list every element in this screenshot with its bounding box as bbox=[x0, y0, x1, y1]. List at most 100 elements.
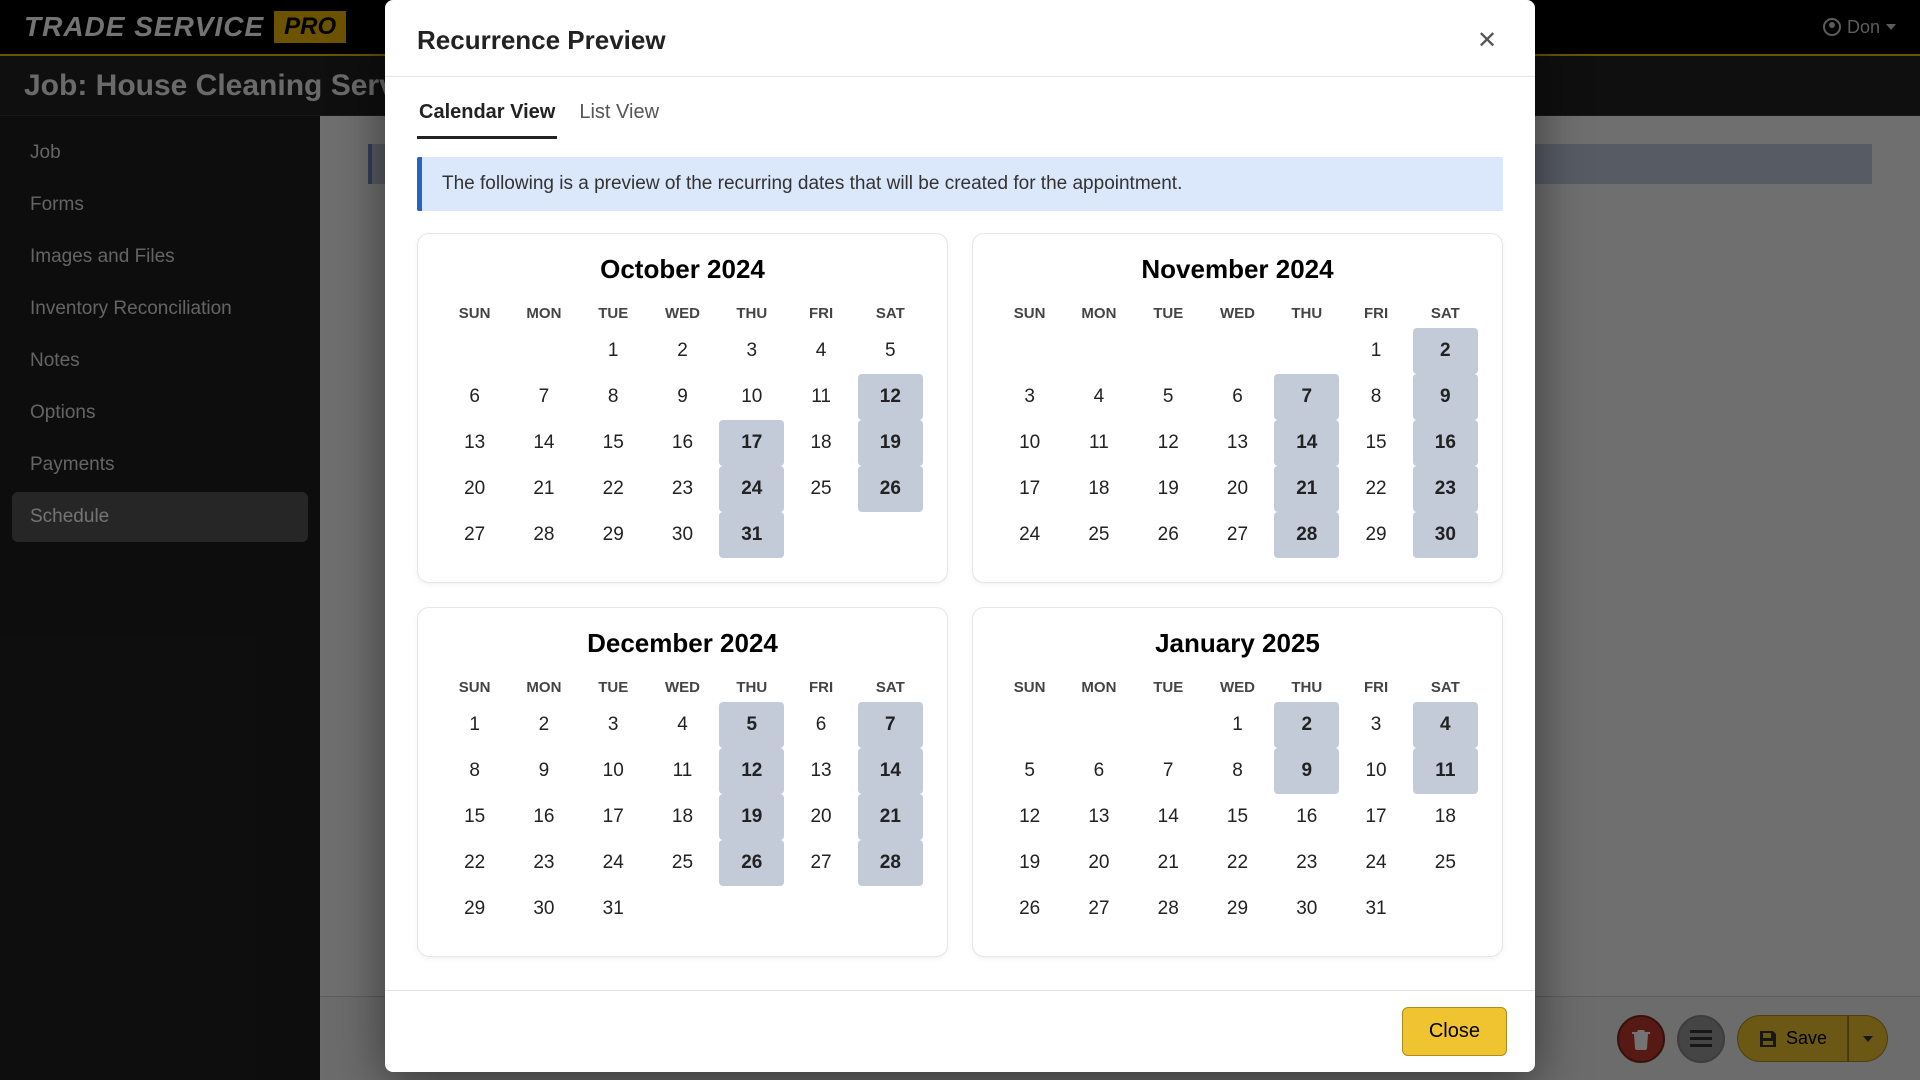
day-cell[interactable]: 14 bbox=[511, 420, 576, 466]
day-cell[interactable]: 12 bbox=[1136, 420, 1201, 466]
day-cell[interactable]: 26 bbox=[719, 840, 784, 886]
day-cell[interactable]: 27 bbox=[442, 512, 507, 558]
day-cell[interactable]: 10 bbox=[997, 420, 1062, 466]
day-cell[interactable]: 4 bbox=[1413, 702, 1478, 748]
day-cell[interactable]: 30 bbox=[511, 886, 576, 932]
day-cell[interactable]: 29 bbox=[1205, 886, 1270, 932]
day-cell[interactable]: 23 bbox=[511, 840, 576, 886]
day-cell[interactable]: 13 bbox=[442, 420, 507, 466]
day-cell[interactable]: 23 bbox=[1274, 840, 1339, 886]
day-cell[interactable]: 2 bbox=[1413, 328, 1478, 374]
day-cell[interactable]: 4 bbox=[650, 702, 715, 748]
day-cell[interactable]: 6 bbox=[1205, 374, 1270, 420]
day-cell[interactable]: 26 bbox=[997, 886, 1062, 932]
day-cell[interactable]: 23 bbox=[1413, 466, 1478, 512]
day-cell[interactable]: 1 bbox=[581, 328, 646, 374]
day-cell[interactable]: 8 bbox=[442, 748, 507, 794]
day-cell[interactable]: 26 bbox=[1136, 512, 1201, 558]
day-cell[interactable]: 12 bbox=[997, 794, 1062, 840]
day-cell[interactable]: 15 bbox=[1343, 420, 1408, 466]
day-cell[interactable]: 14 bbox=[1136, 794, 1201, 840]
day-cell[interactable]: 6 bbox=[788, 702, 853, 748]
day-cell[interactable]: 13 bbox=[1205, 420, 1270, 466]
day-cell[interactable]: 17 bbox=[997, 466, 1062, 512]
day-cell[interactable]: 18 bbox=[1066, 466, 1131, 512]
day-cell[interactable]: 7 bbox=[1274, 374, 1339, 420]
day-cell[interactable]: 19 bbox=[1136, 466, 1201, 512]
day-cell[interactable]: 17 bbox=[1343, 794, 1408, 840]
day-cell[interactable]: 5 bbox=[858, 328, 923, 374]
day-cell[interactable]: 6 bbox=[1066, 748, 1131, 794]
day-cell[interactable]: 3 bbox=[719, 328, 784, 374]
day-cell[interactable]: 11 bbox=[1066, 420, 1131, 466]
day-cell[interactable]: 14 bbox=[858, 748, 923, 794]
day-cell[interactable]: 10 bbox=[719, 374, 784, 420]
day-cell[interactable]: 29 bbox=[442, 886, 507, 932]
day-cell[interactable]: 22 bbox=[1205, 840, 1270, 886]
day-cell[interactable]: 7 bbox=[858, 702, 923, 748]
day-cell[interactable]: 1 bbox=[442, 702, 507, 748]
day-cell[interactable]: 5 bbox=[1136, 374, 1201, 420]
day-cell[interactable]: 15 bbox=[442, 794, 507, 840]
day-cell[interactable]: 19 bbox=[997, 840, 1062, 886]
day-cell[interactable]: 15 bbox=[1205, 794, 1270, 840]
day-cell[interactable]: 25 bbox=[1413, 840, 1478, 886]
day-cell[interactable]: 9 bbox=[650, 374, 715, 420]
day-cell[interactable]: 30 bbox=[1274, 886, 1339, 932]
day-cell[interactable]: 17 bbox=[719, 420, 784, 466]
day-cell[interactable]: 24 bbox=[719, 466, 784, 512]
day-cell[interactable]: 7 bbox=[1136, 748, 1201, 794]
day-cell[interactable]: 5 bbox=[997, 748, 1062, 794]
day-cell[interactable]: 2 bbox=[650, 328, 715, 374]
day-cell[interactable]: 16 bbox=[511, 794, 576, 840]
day-cell[interactable]: 23 bbox=[650, 466, 715, 512]
day-cell[interactable]: 20 bbox=[1205, 466, 1270, 512]
day-cell[interactable]: 13 bbox=[788, 748, 853, 794]
day-cell[interactable]: 9 bbox=[1413, 374, 1478, 420]
day-cell[interactable]: 8 bbox=[581, 374, 646, 420]
day-cell[interactable]: 28 bbox=[1274, 512, 1339, 558]
day-cell[interactable]: 14 bbox=[1274, 420, 1339, 466]
day-cell[interactable]: 17 bbox=[581, 794, 646, 840]
day-cell[interactable]: 12 bbox=[858, 374, 923, 420]
day-cell[interactable]: 20 bbox=[1066, 840, 1131, 886]
day-cell[interactable]: 2 bbox=[1274, 702, 1339, 748]
day-cell[interactable]: 31 bbox=[719, 512, 784, 558]
tab-list-view[interactable]: List View bbox=[577, 95, 661, 139]
day-cell[interactable]: 22 bbox=[1343, 466, 1408, 512]
day-cell[interactable]: 13 bbox=[1066, 794, 1131, 840]
day-cell[interactable]: 24 bbox=[997, 512, 1062, 558]
day-cell[interactable]: 24 bbox=[1343, 840, 1408, 886]
day-cell[interactable]: 6 bbox=[442, 374, 507, 420]
day-cell[interactable]: 21 bbox=[858, 794, 923, 840]
day-cell[interactable]: 15 bbox=[581, 420, 646, 466]
day-cell[interactable]: 5 bbox=[719, 702, 784, 748]
day-cell[interactable]: 3 bbox=[1343, 702, 1408, 748]
day-cell[interactable]: 30 bbox=[650, 512, 715, 558]
day-cell[interactable]: 19 bbox=[858, 420, 923, 466]
day-cell[interactable]: 9 bbox=[1274, 748, 1339, 794]
modal-body[interactable]: Calendar View List View The following is… bbox=[385, 76, 1535, 990]
day-cell[interactable]: 22 bbox=[442, 840, 507, 886]
day-cell[interactable]: 3 bbox=[997, 374, 1062, 420]
day-cell[interactable]: 18 bbox=[1413, 794, 1478, 840]
day-cell[interactable]: 28 bbox=[858, 840, 923, 886]
day-cell[interactable]: 1 bbox=[1343, 328, 1408, 374]
day-cell[interactable]: 24 bbox=[581, 840, 646, 886]
day-cell[interactable]: 4 bbox=[788, 328, 853, 374]
day-cell[interactable]: 11 bbox=[1413, 748, 1478, 794]
day-cell[interactable]: 7 bbox=[511, 374, 576, 420]
day-cell[interactable]: 21 bbox=[1274, 466, 1339, 512]
day-cell[interactable]: 2 bbox=[511, 702, 576, 748]
day-cell[interactable]: 18 bbox=[788, 420, 853, 466]
tab-calendar-view[interactable]: Calendar View bbox=[417, 95, 557, 139]
day-cell[interactable]: 21 bbox=[1136, 840, 1201, 886]
day-cell[interactable]: 22 bbox=[581, 466, 646, 512]
day-cell[interactable]: 12 bbox=[719, 748, 784, 794]
day-cell[interactable]: 31 bbox=[1343, 886, 1408, 932]
day-cell[interactable]: 20 bbox=[788, 794, 853, 840]
day-cell[interactable]: 19 bbox=[719, 794, 784, 840]
day-cell[interactable]: 27 bbox=[1205, 512, 1270, 558]
day-cell[interactable]: 28 bbox=[511, 512, 576, 558]
day-cell[interactable]: 31 bbox=[581, 886, 646, 932]
